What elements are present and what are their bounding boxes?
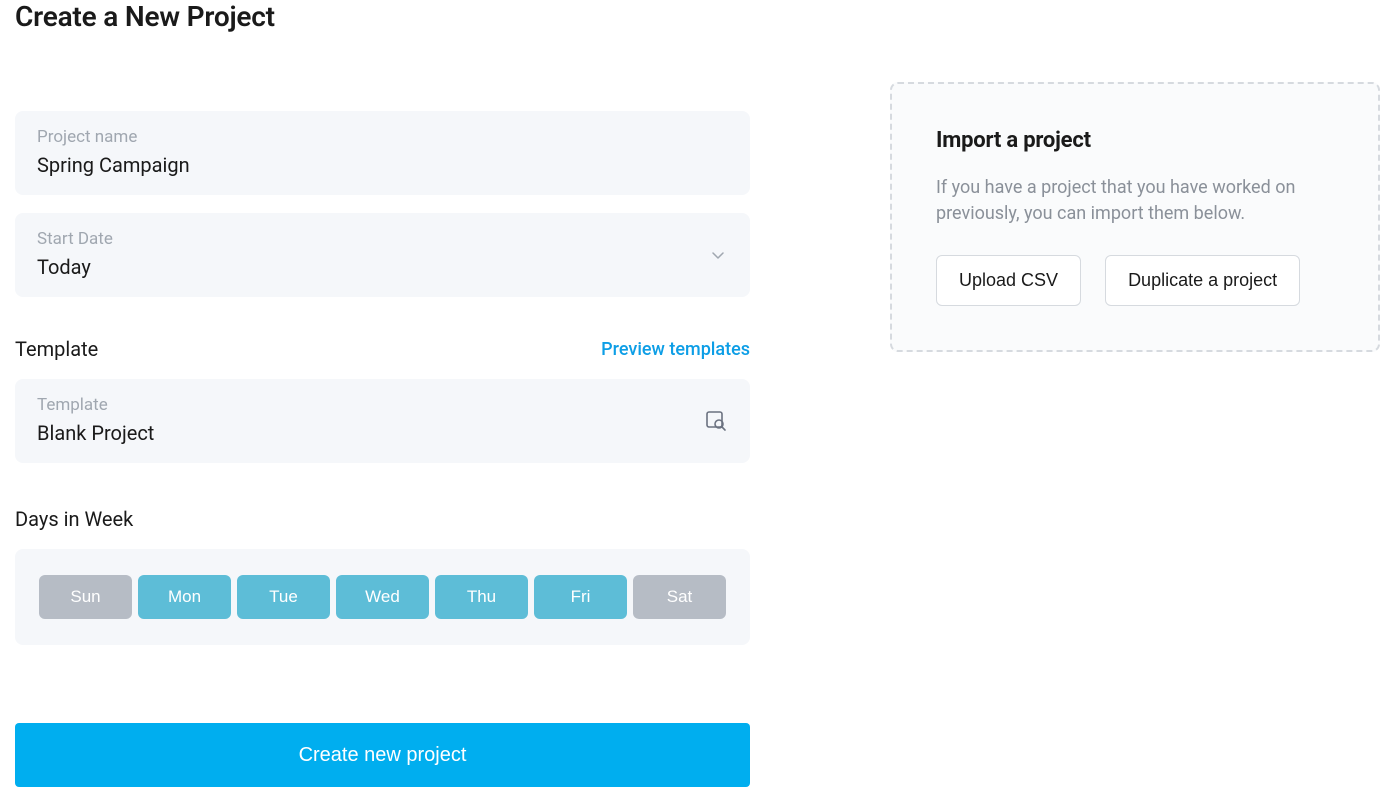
day-button-fri[interactable]: Fri [534, 575, 627, 619]
template-section-title: Template [15, 337, 98, 361]
create-new-project-button[interactable]: Create new project [15, 723, 750, 787]
day-button-mon[interactable]: Mon [138, 575, 231, 619]
import-title: Import a project [936, 128, 1334, 153]
chevron-down-icon [710, 247, 726, 263]
days-in-week: Sun Mon Tue Wed Thu Fri Sat [15, 549, 750, 645]
template-value: Blank Project [37, 421, 728, 445]
days-section-header: Days in Week [15, 507, 750, 531]
template-search-icon [704, 409, 728, 433]
project-name-value: Spring Campaign [37, 153, 728, 177]
template-section-header: Template Preview templates [15, 337, 750, 361]
start-date-value: Today [37, 255, 728, 279]
preview-templates-link[interactable]: Preview templates [601, 339, 750, 360]
import-description: If you have a project that you have work… [936, 175, 1334, 227]
day-button-tue[interactable]: Tue [237, 575, 330, 619]
start-date-field[interactable]: Start Date Today [15, 213, 750, 297]
page-title: Create a New Project [15, 0, 750, 33]
template-label: Template [37, 395, 728, 415]
import-buttons: Upload CSV Duplicate a project [936, 255, 1334, 306]
duplicate-project-button[interactable]: Duplicate a project [1105, 255, 1300, 306]
import-panel: Import a project If you have a project t… [890, 82, 1380, 352]
day-button-wed[interactable]: Wed [336, 575, 429, 619]
day-button-sun[interactable]: Sun [39, 575, 132, 619]
upload-csv-button[interactable]: Upload CSV [936, 255, 1081, 306]
project-name-label: Project name [37, 127, 728, 147]
start-date-label: Start Date [37, 229, 728, 249]
day-button-sat[interactable]: Sat [633, 575, 726, 619]
days-section-title: Days in Week [15, 507, 133, 531]
project-name-field[interactable]: Project name Spring Campaign [15, 111, 750, 195]
template-field[interactable]: Template Blank Project [15, 379, 750, 463]
day-button-thu[interactable]: Thu [435, 575, 528, 619]
